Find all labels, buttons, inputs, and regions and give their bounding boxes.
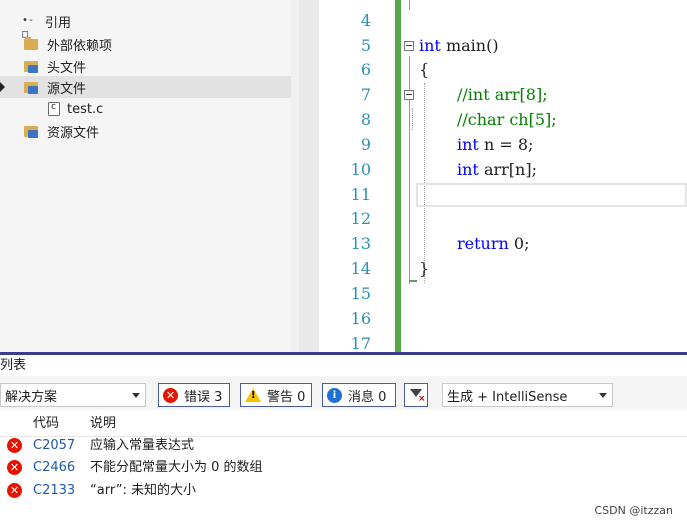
indent-guide <box>412 108 413 130</box>
editor-scroll-strip <box>291 0 299 352</box>
warnings-filter-label: 警告 0 <box>267 389 306 405</box>
line-number: 6 <box>360 60 371 79</box>
chevron-down-icon <box>599 393 607 398</box>
code-token: arr[n]; <box>478 160 537 179</box>
code-line-13[interactable]: return 0; <box>457 232 529 256</box>
tree-item-header-files[interactable]: 头文件 <box>0 55 291 77</box>
error-code: C2466 <box>33 460 76 475</box>
line-number: 10 <box>350 160 371 179</box>
references-icon: •-□ <box>22 15 35 40</box>
change-tracking-bar <box>395 0 401 352</box>
indicator-margin <box>299 0 319 352</box>
folder-icon <box>24 37 40 51</box>
tree-item-label: test.c <box>67 101 104 117</box>
code-line-14[interactable]: } <box>419 257 429 281</box>
tree-item-label: 头文件 <box>47 60 87 76</box>
code-editor[interactable]: 4 5 6 7 8 9 10 11 12 13 14 15 16 17 int … <box>291 0 687 352</box>
scope-dropdown[interactable]: 解决方案 <box>0 383 146 407</box>
folder-icon <box>24 124 40 138</box>
info-icon: i <box>327 387 342 403</box>
comment-token: //int arr[8]; <box>457 85 548 104</box>
tree-item-label: 资源文件 <box>47 125 100 141</box>
scope-value: 解决方案 <box>5 389 58 405</box>
messages-filter-label: 消息 0 <box>348 389 387 405</box>
filter-funnel-button[interactable]: × <box>404 383 428 407</box>
error-description: 应输入常量表达式 <box>90 438 195 453</box>
folder-icon <box>24 59 40 73</box>
solution-explorer: •-□ 引用 外部依赖项 头文件 源文件 test.c 资源文件 <box>0 0 291 352</box>
errors-filter-label: 错误 3 <box>184 389 223 405</box>
tree-item-source-files[interactable]: 源文件 <box>0 76 291 98</box>
tree-item-test-c[interactable]: test.c <box>0 98 291 120</box>
build-source-dropdown[interactable]: 生成 + IntelliSense <box>442 383 613 407</box>
code-line-10[interactable]: int arr[n]; <box>457 158 537 182</box>
code-token: 0; <box>508 234 530 253</box>
error-code: C2057 <box>33 438 76 453</box>
error-description: 不能分配常量大小为 0 的数组 <box>90 460 263 475</box>
panel-title: 列表 <box>0 358 27 373</box>
tree-item-resource-files[interactable]: 资源文件 <box>0 120 291 142</box>
keyword-token: int <box>457 160 479 179</box>
errors-filter-button[interactable]: ✕ 错误 3 <box>158 383 230 407</box>
line-number: 15 <box>350 284 371 303</box>
error-list-panel: 列表 解决方案 ✕ 错误 3 警告 0 i 消息 0 × 生成 + Intell… <box>0 352 687 525</box>
folder-icon <box>24 80 40 94</box>
messages-filter-button[interactable]: i 消息 0 <box>322 383 396 407</box>
c-file-icon <box>48 102 60 116</box>
watermark: CSDN @itzzan <box>594 504 674 517</box>
line-number: 8 <box>360 110 371 129</box>
code-line-8[interactable]: //char ch[5]; <box>457 108 557 132</box>
line-number: 7 <box>360 85 371 104</box>
collapse-icon[interactable] <box>404 41 414 51</box>
code-line-7[interactable]: //int arr[8]; <box>457 83 548 107</box>
tree-item-label: 引用 <box>45 15 72 31</box>
line-number: 12 <box>350 209 371 228</box>
warning-icon <box>245 388 261 402</box>
error-row[interactable]: ✕ C2133 “arr”: 未知的大小 <box>0 480 687 502</box>
build-source-value: 生成 + IntelliSense <box>447 389 568 405</box>
code-token: } <box>419 259 430 278</box>
tree-item-external-deps[interactable]: 外部依赖项 <box>0 33 291 55</box>
panel-active-border <box>0 352 687 355</box>
tree-item-references[interactable]: •-□ 引用 <box>0 10 291 40</box>
code-line-9[interactable]: int n = 8; <box>457 133 533 157</box>
code-token: main() <box>440 36 499 55</box>
column-header-code[interactable]: 代码 <box>33 414 59 434</box>
code-line-6[interactable]: { <box>419 58 429 82</box>
line-number: 11 <box>350 185 371 204</box>
line-number: 14 <box>350 259 371 278</box>
error-row[interactable]: ✕ C2466 不能分配常量大小为 0 的数组 <box>0 457 687 479</box>
error-icon: ✕ <box>7 460 22 475</box>
outline-guide <box>409 0 410 10</box>
clear-filter-icon: × <box>418 394 426 404</box>
brace-match-marker <box>409 280 417 282</box>
line-number: 9 <box>360 135 371 154</box>
collapse-icon[interactable] <box>404 90 414 100</box>
error-code: C2133 <box>33 483 76 498</box>
tree-item-label: 外部依赖项 <box>47 38 113 54</box>
column-header-description[interactable]: 说明 <box>90 414 116 434</box>
error-icon: ✕ <box>7 483 22 498</box>
tree-item-label: 源文件 <box>47 81 87 97</box>
code-token: n = 8; <box>478 135 534 154</box>
comment-token: //char ch[5]; <box>457 110 557 129</box>
error-icon: ✕ <box>7 438 22 453</box>
error-icon: ✕ <box>163 387 178 403</box>
error-description: “arr”: 未知的大小 <box>90 483 196 498</box>
keyword-token: return <box>457 234 509 253</box>
code-line-5[interactable]: int main() <box>419 34 499 58</box>
warnings-filter-button[interactable]: 警告 0 <box>240 383 312 407</box>
code-token: { <box>419 60 430 79</box>
keyword-token: int <box>457 135 479 154</box>
line-number: 17 <box>350 334 371 352</box>
line-number: 5 <box>360 36 371 55</box>
keyword-token: int <box>419 36 441 55</box>
error-row[interactable]: ✕ C2057 应输入常量表达式 <box>0 435 687 457</box>
current-line-highlight <box>416 183 687 207</box>
line-number: 16 <box>350 309 371 328</box>
line-number: 4 <box>360 11 371 30</box>
line-number: 13 <box>350 234 371 253</box>
chevron-down-icon <box>132 393 140 398</box>
expand-arrow-icon[interactable] <box>0 82 5 92</box>
